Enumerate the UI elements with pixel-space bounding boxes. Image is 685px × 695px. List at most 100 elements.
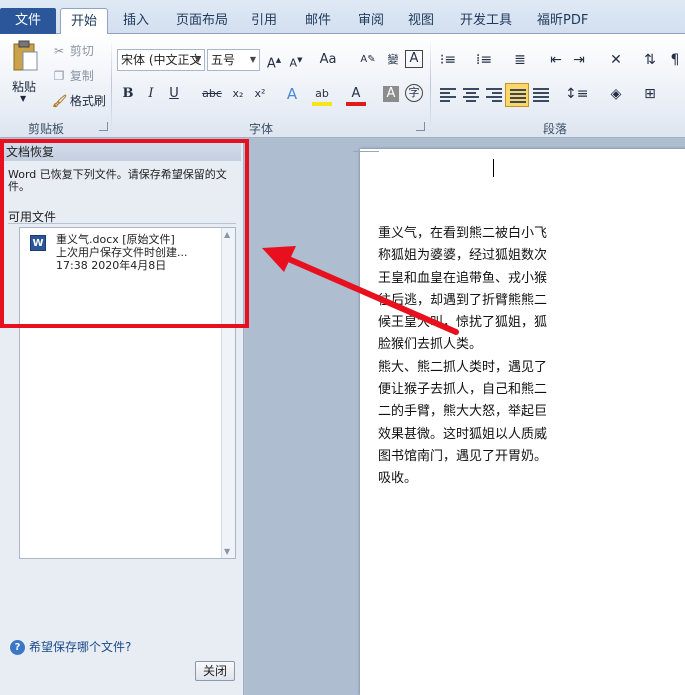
scroll-up-icon[interactable]: ▲ [224,230,230,239]
cut-label: 剪切 [69,44,94,58]
tab-home[interactable]: 开始 [60,8,109,35]
grow-font-icon[interactable]: A▲ [264,50,284,71]
tab-page-layout[interactable]: 页面布局 [166,8,238,34]
cut-button[interactable]: ✂ 剪切 [52,42,94,59]
recovery-pane-title: 文档恢复 [3,143,241,161]
enclose-characters-icon[interactable]: 字 [405,84,423,102]
change-case-icon[interactable]: Aa [318,50,338,70]
subscript-icon[interactable]: x₂ [228,84,248,104]
tab-developer[interactable]: 开发工具 [450,8,522,34]
superscript-icon[interactable]: x² [250,84,270,104]
font-size-combo[interactable]: 五号 ▼ [207,49,260,71]
document-area: 重义气，在看到熊二被白小飞 称狐姐为婆婆，经过狐姐数次 王皇和血皇在追带鱼、戎小猴往… [245,139,685,695]
baidu-watermark: Bai du 经验 [525,638,664,663]
chinese-layout-icon[interactable]: ✕ [606,50,626,70]
clear-formatting-icon[interactable]: A✎ [358,50,378,70]
document-line: 吸收。 [378,471,418,487]
document-body-text[interactable]: 重义气，在看到熊二被白小飞 称狐姐为婆婆，经过狐姐数次 王皇和血皇在追带鱼、戎小猴往… [378,223,578,491]
justify-icon [510,89,526,103]
scissors-icon: ✂ [53,44,65,58]
tab-references[interactable]: 引用 [241,8,287,34]
document-line: 脸猴们去抓人类。 [378,337,483,353]
font-size-value: 五号 [211,53,236,67]
clipboard-launcher-icon[interactable] [99,122,108,131]
close-button[interactable]: 关闭 [195,661,235,681]
line-spacing-icon[interactable]: ↕≡ [565,84,588,104]
font-color-icon[interactable]: A [346,84,366,106]
borders-icon[interactable]: ⊞ [640,84,660,104]
align-center-icon[interactable] [463,88,479,102]
shading-icon[interactable]: ◈ [606,84,626,104]
document-recovery-pane: 文档恢复 Word 已恢复下列文件。请保存希望保留的文件。 可用文件 W 重义气… [0,139,244,695]
paste-label: 粘贴 [12,80,37,94]
tab-mailings[interactable]: 邮件 [295,8,341,34]
help-icon: ? [10,640,25,655]
ribbon-tab-bar: 文件 开始 插入 页面布局 引用 邮件 审阅 视图 开发工具 福昕PDF [0,0,685,35]
underline-icon[interactable]: U [164,84,184,104]
tab-view[interactable]: 视图 [398,8,444,34]
distributed-icon[interactable] [533,88,549,102]
scroll-down-icon[interactable]: ▼ [224,547,230,556]
highlight-icon[interactable]: ab [312,84,332,106]
decrease-indent-icon[interactable]: ⇤ [546,50,566,70]
show-marks-icon[interactable]: ¶ [665,50,685,70]
tab-review[interactable]: 审阅 [348,8,394,34]
font-face-combo[interactable]: 宋体 (中文正文 ▼ [117,49,205,71]
tab-foxit-pdf[interactable]: 福昕PDF [527,8,598,34]
recovered-file-info: 上次用户保存文件时创建... [56,246,188,259]
help-link[interactable]: ? 希望保存哪个文件? [10,638,131,655]
document-line: 图书馆南门，遇见了开胃奶。 [378,448,548,464]
clipboard-group-label: 剪贴板 [28,122,65,136]
sort-icon[interactable]: ⇅ [640,50,660,70]
document-line: 候王皇大叫，惊扰了狐姐，狐 [378,315,548,331]
tab-insert[interactable]: 插入 [113,8,159,34]
font-launcher-icon[interactable] [416,122,425,131]
shrink-font-icon[interactable]: A▼ [286,50,306,70]
document-line: 便让猴子去抓人，自己和熊二 [378,382,548,398]
word-document-icon: W [30,235,46,251]
tab-file[interactable]: 文件 [0,8,56,34]
multilevel-list-icon[interactable]: ≣ [510,50,530,70]
font-group-label: 字体 [249,122,274,136]
font-face-value: 宋体 (中文正文 [121,53,202,67]
document-line: 王皇和血皇在追带鱼、戎小猴 [378,270,548,286]
chevron-down-icon: ▼ [249,55,256,64]
document-line: 重义气，在看到熊二被白小飞 [378,226,548,241]
align-left-icon[interactable] [440,88,456,102]
copy-label: 复制 [69,69,94,83]
recovered-file-time: 17:38 2020年4月8日 [56,259,167,272]
paste-button[interactable] [10,40,40,76]
document-line: 称狐姐为婆婆，经过狐姐数次 [378,248,548,264]
format-painter-label: 格式刷 [69,94,106,108]
file-list-scrollbar[interactable]: ▲ ▼ [221,228,235,558]
document-line: 熊大、熊二抓人类时，遇见了 [378,359,548,375]
chevron-down-icon: ▼ [194,55,201,64]
character-shading-icon[interactable]: A [383,86,399,102]
watermark-url: jingyan.baidu.com [532,662,625,673]
copy-button[interactable]: ❐ 复制 [52,67,94,84]
align-right-icon[interactable] [486,88,502,102]
numbering-icon[interactable]: ⁞≡ [474,50,494,70]
character-border-icon[interactable]: A [405,50,423,68]
bullets-icon[interactable]: ⁝≡ [438,50,458,70]
group-separator [430,38,431,134]
recovered-file-name: 重义气.docx [原始文件] [56,233,175,246]
text-cursor [493,159,494,177]
strikethrough-icon[interactable]: abc [200,84,224,104]
text-effects-icon[interactable]: A [282,84,302,104]
increase-indent-icon[interactable]: ⇥ [569,50,589,70]
document-line: 效果甚微。这时狐姐以人质威 [378,426,548,442]
format-painter-button[interactable]: 🖌 格式刷 [52,92,106,109]
phonetic-guide-icon[interactable]: 變 [383,50,403,70]
divider [8,223,236,224]
document-line: 二的手臂，熊大大怒，举起巨 [378,404,548,420]
justify-button[interactable] [505,83,529,107]
recovery-description: Word 已恢复下列文件。请保存希望保留的文件。 [8,168,227,193]
bold-icon[interactable]: B [118,84,138,104]
copy-icon: ❐ [53,69,65,83]
italic-icon[interactable]: I [141,84,161,104]
group-separator [111,38,112,134]
paragraph-group-label: 段落 [543,122,568,136]
document-line: 往后逃，却遇到了折臂熊熊二 [378,292,548,308]
paste-dropdown-icon[interactable]: ▼ [20,94,26,103]
